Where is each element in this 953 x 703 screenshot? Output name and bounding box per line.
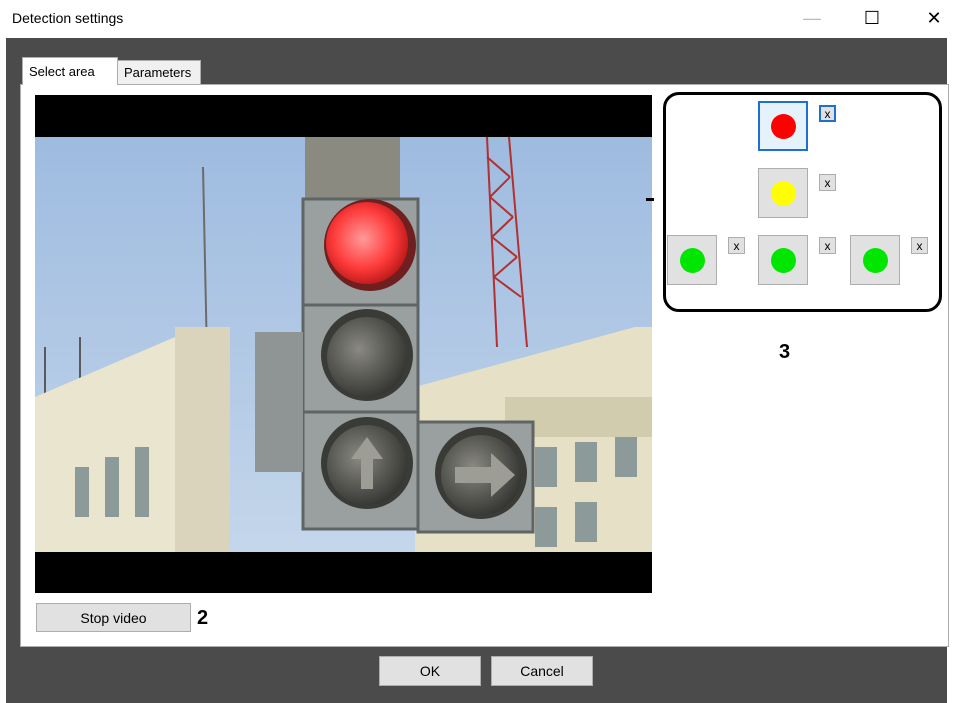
remove-yellow-button[interactable]: x [819, 174, 836, 191]
stop-video-button[interactable]: Stop video [36, 603, 191, 632]
callout-marker-3: 3 [779, 341, 791, 363]
green-lamp-icon [679, 247, 705, 273]
callout-marker-2: 2 [197, 607, 209, 629]
window-title: Detection settings [12, 10, 124, 26]
green-lamp-icon [862, 247, 888, 273]
remove-red-button[interactable]: x [819, 105, 836, 122]
tab-select-area-label: Select area [29, 64, 95, 79]
maximize-icon[interactable]: ☐ [850, 4, 894, 32]
cancel-button[interactable]: Cancel [491, 656, 593, 686]
close-icon[interactable]: ✕ [912, 4, 953, 32]
video-preview[interactable] [35, 95, 652, 593]
lamp-button-yellow[interactable] [758, 168, 808, 218]
minimize-icon[interactable]: — [790, 4, 834, 32]
lamp-button-green-2[interactable] [758, 235, 808, 285]
remove-green-2-button[interactable]: x [819, 237, 836, 254]
tab-parameters[interactable]: Parameters [117, 60, 201, 84]
yellow-lamp-icon [770, 180, 796, 206]
remove-green-1-button[interactable]: x [728, 237, 745, 254]
lamp-button-red[interactable] [758, 101, 808, 151]
red-lamp-icon [770, 113, 796, 139]
tab-select-area[interactable]: Select area [22, 57, 118, 85]
lamp-button-green-3[interactable] [850, 235, 900, 285]
tab-parameters-label: Parameters [124, 65, 192, 80]
green-lamp-icon [770, 247, 796, 273]
lamp-button-green-1[interactable] [667, 235, 717, 285]
connector-dash [646, 198, 654, 201]
video-frame-image [35, 137, 652, 552]
ok-button[interactable]: OK [379, 656, 481, 686]
title-bar: Detection settings — ☐ ✕ [0, 0, 953, 38]
remove-green-3-button[interactable]: x [911, 237, 928, 254]
